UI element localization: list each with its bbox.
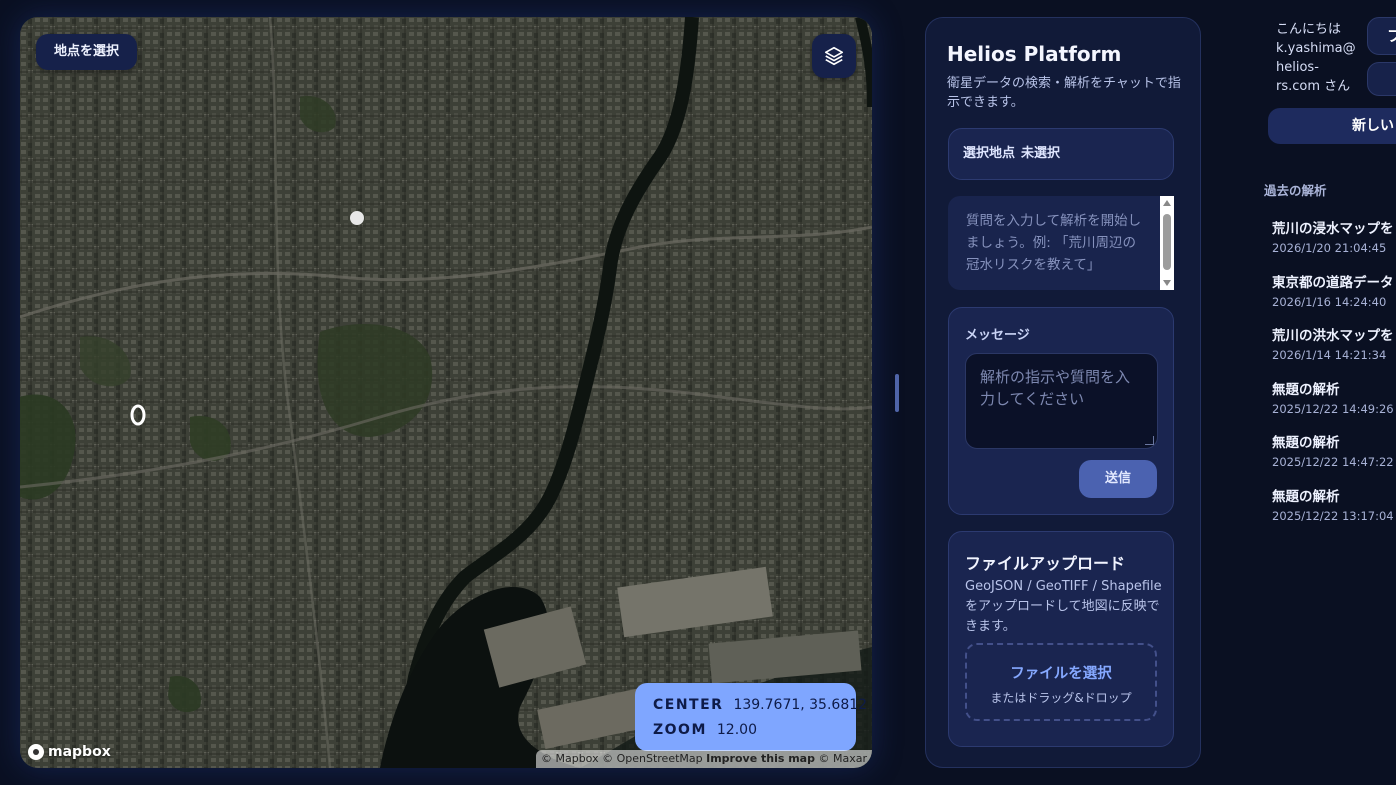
resize-grip-icon[interactable] <box>1145 436 1154 445</box>
panel-subtitle: 衛星データの検索・解析をチャットで指示できます。 <box>947 76 1181 110</box>
history-item[interactable]: 無題の解析 2025/12/22 14:47:22 <box>1272 432 1396 486</box>
center-value: 139.7671, 35.6812 <box>733 697 868 713</box>
satellite-imagery <box>20 17 872 768</box>
user-greeting: こんにちは k.yashima@ helios-rs.com さん <box>1276 22 1356 94</box>
history-item-date: 2026/1/14 14:21:34 <box>1272 348 1387 362</box>
message-placeholder: 解析の指示や質問を入力してください <box>980 368 1131 408</box>
history-item[interactable]: 荒川の洪水マップを 2026/1/14 14:21:34 <box>1272 325 1396 379</box>
history-item[interactable]: 無題の解析 2025/12/22 14:49:26 <box>1272 379 1396 433</box>
history-item-date: 2025/12/22 13:17:04 <box>1272 508 1394 523</box>
history-item[interactable]: 無題の解析 2025/12/22 13:17:04 <box>1272 486 1396 540</box>
history-item-title: 無題の解析 <box>1272 381 1340 398</box>
panel-title: Helios Platform <box>947 42 1122 66</box>
selected-point-display: 選択地点 未選択 <box>948 128 1174 180</box>
history-item[interactable]: 荒川の浸水マップを 2026/1/20 21:04:45 <box>1272 218 1396 272</box>
scroll-thumb[interactable] <box>1163 214 1171 270</box>
zoom-label: ZOOM <box>653 722 707 738</box>
history-item-date: 2025/12/22 14:49:26 <box>1272 401 1394 416</box>
file-upload-card: ファイルアップロード GeoJSON / GeoTIFF / Shapefile… <box>948 531 1174 747</box>
sidebar-top-button[interactable]: フ <box>1367 17 1396 55</box>
center-label: CENTER <box>653 697 724 713</box>
chat-history-area[interactable]: 質問を入力して解析を開始しましょう。例: 「荒川周辺の冠水リスクを教えて」 <box>948 196 1174 290</box>
history-item-title: 無題の解析 <box>1272 435 1340 451</box>
satellite-map[interactable]: 地点を選択 CENTER 139.7671, 35.6812 ZOOM 12.00 … <box>20 17 872 768</box>
attribution-maxar-link[interactable]: © Maxar <box>818 752 867 765</box>
select-point-button[interactable]: 地点を選択 <box>36 34 138 70</box>
message-card: メッセージ 解析の指示や質問を入力してください 送信 <box>948 307 1174 515</box>
history-list: 荒川の浸水マップを 2026/1/20 21:04:45 東京都の道路データ 2… <box>1272 218 1396 539</box>
history-item-title: 荒川の洪水マップを <box>1272 328 1394 344</box>
history-item-title: 荒川の浸水マップを <box>1272 221 1394 237</box>
upload-title: ファイルアップロード <box>965 554 1126 573</box>
history-item-date: 2026/1/16 14:24:40 <box>1272 294 1387 309</box>
message-input[interactable]: 解析の指示や質問を入力してください <box>965 353 1158 449</box>
panel-resize-handle[interactable] <box>895 374 899 412</box>
selected-point-label: 選択地点 <box>963 146 1016 161</box>
history-item-title: 東京都の道路データ <box>1272 274 1394 291</box>
selected-point-value: 未選択 <box>1021 146 1061 161</box>
file-drop-zone[interactable]: ファイルを選択 またはドラッグ&ドロップ <box>965 643 1157 721</box>
send-button[interactable]: 送信 <box>1079 460 1157 498</box>
mapbox-logo[interactable]: mapbox <box>28 744 111 760</box>
history-item-date: 2025/12/22 14:47:22 <box>1272 455 1394 469</box>
map-attribution: © Mapbox © OpenStreetMap Improve this ma… <box>535 750 872 768</box>
upload-description: GeoJSON / GeoTIFF / Shapefile をアップロードして地… <box>965 579 1162 634</box>
mapbox-logo-icon <box>28 744 44 760</box>
improve-map-link[interactable]: Improve this map <box>706 752 815 765</box>
attribution-osm-link[interactable]: © OpenStreetMap <box>602 752 703 765</box>
layers-button[interactable] <box>812 34 856 78</box>
history-item-title: 無題の解析 <box>1272 488 1340 505</box>
drag-drop-hint: またはドラッグ&ドロップ <box>990 691 1132 705</box>
message-label: メッセージ <box>965 328 1030 343</box>
layers-icon <box>824 46 844 66</box>
history-heading: 過去の解析 <box>1264 183 1327 198</box>
chat-scrollbar[interactable] <box>1160 196 1174 290</box>
chat-hint-text: 質問を入力して解析を開始しましょう。例: 「荒川周辺の冠水リスクを教えて」 <box>966 213 1142 273</box>
history-item-date: 2026/1/20 21:04:45 <box>1272 241 1387 255</box>
scroll-up-icon[interactable] <box>1163 200 1171 206</box>
chat-panel: Helios Platform 衛星データの検索・解析をチャットで指示できます。… <box>925 17 1201 768</box>
attribution-mapbox-link[interactable]: © Mapbox <box>541 752 599 765</box>
new-analysis-button[interactable]: 新しい <box>1268 108 1396 144</box>
mapbox-logo-text: mapbox <box>48 744 111 760</box>
zoom-value: 12.00 <box>716 722 757 738</box>
scroll-down-icon[interactable] <box>1163 280 1171 286</box>
map-coordinates-readout: CENTER 139.7671, 35.6812 ZOOM 12.00 <box>635 683 867 751</box>
history-item[interactable]: 東京都の道路データ 2026/1/16 14:24:40 <box>1272 272 1396 326</box>
sidebar-secondary-button[interactable] <box>1367 62 1396 96</box>
choose-file-button[interactable]: ファイルを選択 <box>967 662 1155 683</box>
